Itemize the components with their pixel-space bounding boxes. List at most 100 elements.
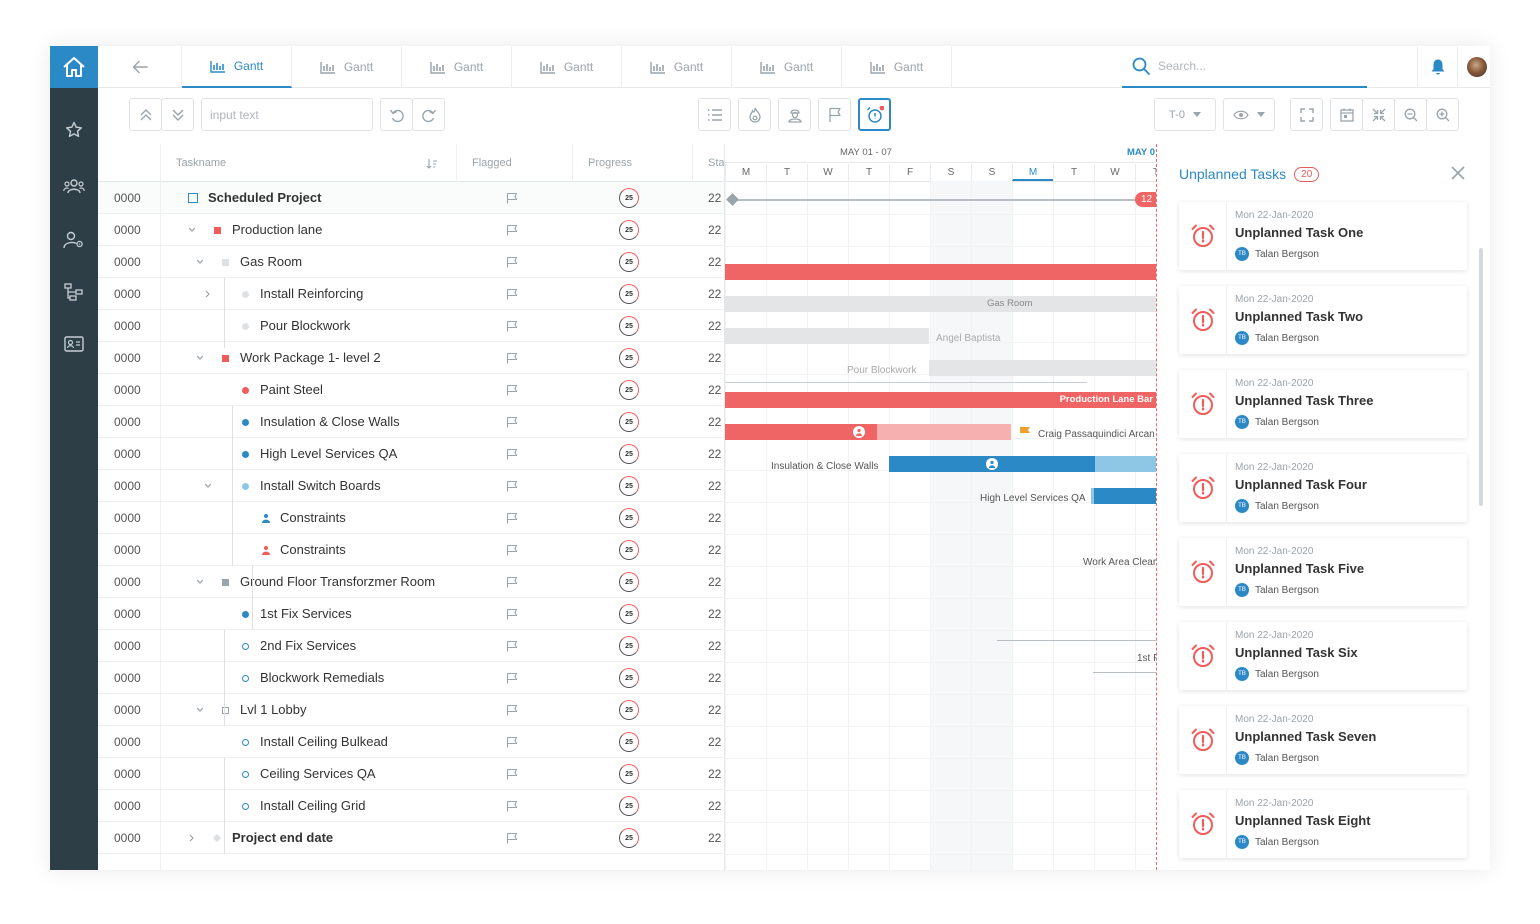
chevron-down-icon[interactable]: [196, 258, 204, 266]
search-input[interactable]: [1158, 59, 1358, 73]
production-lane-bar[interactable]: [725, 264, 1156, 280]
table-row[interactable]: 0000 Scheduled Project 25 22: [98, 182, 724, 214]
task-name[interactable]: Production lane: [232, 214, 322, 246]
flag-icon[interactable]: [506, 480, 518, 492]
hierarchy-button[interactable]: [50, 272, 98, 312]
flag-icon[interactable]: [506, 384, 518, 396]
flag-icon[interactable]: [506, 448, 518, 460]
notifications-button[interactable]: [1417, 46, 1457, 88]
t-dropdown[interactable]: T-0: [1154, 98, 1216, 131]
back-button[interactable]: [98, 46, 182, 88]
taskname-column-header[interactable]: Taskname: [160, 144, 456, 182]
unplanned-task-card[interactable]: Mon 22-Jan-2020 Unplanned Task Five TB Tala…: [1179, 538, 1467, 606]
fullscreen-button[interactable]: [1290, 98, 1323, 131]
close-panel-button[interactable]: [1451, 166, 1465, 185]
table-row[interactable]: 0000 Install Switch Boards 25 22: [98, 470, 724, 502]
contacts-button[interactable]: [50, 324, 98, 364]
chevron-right-icon[interactable]: [188, 834, 196, 842]
unplanned-task-card[interactable]: Mon 22-Jan-2020 Unplanned Task Two TB Talan…: [1179, 286, 1467, 354]
flagged-column-header[interactable]: Flagged: [456, 144, 572, 182]
compress-button[interactable]: [1362, 98, 1395, 131]
unplanned-task-card[interactable]: Mon 22-Jan-2020 Unplanned Task Seven TB Tal…: [1179, 706, 1467, 774]
table-row[interactable]: 0000 Work Package 1- level 2 25 22: [98, 342, 724, 374]
task-name[interactable]: Pour Blockwork: [260, 310, 350, 342]
table-row[interactable]: 0000 Install Ceiling Bulkead 25 22: [98, 726, 724, 758]
chevron-down-icon[interactable]: [204, 482, 212, 490]
unplanned-task-card[interactable]: Mon 22-Jan-2020 Unplanned Task Six TB Talan…: [1179, 622, 1467, 690]
unplanned-task-card[interactable]: Mon 22-Jan-2020 Unplanned Task Eight TB Tal…: [1179, 790, 1467, 858]
flag-icon[interactable]: [506, 288, 518, 300]
task-name[interactable]: Insulation & Close Walls: [260, 406, 400, 438]
unplanned-task-card[interactable]: Mon 22-Jan-2020 Unplanned Task One TB Talan…: [1179, 202, 1467, 270]
table-row[interactable]: 0000 Install Ceiling Grid 25 22: [98, 790, 724, 822]
task-name[interactable]: Ground Floor Transforzmer Room: [240, 566, 435, 598]
table-row[interactable]: 0000 Ground Floor Transforzmer Room 25 22: [98, 566, 724, 598]
task-name[interactable]: Constraints: [280, 534, 346, 566]
table-row[interactable]: 0000 Constraints 25 22: [98, 534, 724, 566]
task-name[interactable]: 1st Fix Services: [260, 598, 352, 630]
task-name[interactable]: Lvl 1 Lobby: [240, 694, 307, 726]
start-column-header[interactable]: Sta: [692, 144, 724, 182]
table-row[interactable]: 0000 Lvl 1 Lobby 25 22: [98, 694, 724, 726]
table-row[interactable]: 0000 Pour Blockwork 25 22: [98, 310, 724, 342]
task-name[interactable]: Install Reinforcing: [260, 278, 363, 310]
home-button[interactable]: [50, 46, 98, 88]
tab-gantt-1[interactable]: Gantt: [182, 46, 292, 88]
tab-gantt-2[interactable]: Gantt: [292, 46, 402, 88]
user-settings-button[interactable]: [50, 220, 98, 260]
pour-blockwork-bar[interactable]: [929, 360, 1156, 376]
flag-icon[interactable]: [506, 608, 518, 620]
chevron-down-icon[interactable]: [196, 706, 204, 714]
sort-icon[interactable]: [426, 158, 438, 169]
task-name[interactable]: Blockwork Remedials: [260, 662, 384, 694]
chevron-right-icon[interactable]: [204, 290, 212, 298]
tab-gantt-6[interactable]: Gantt: [732, 46, 842, 88]
flag-icon[interactable]: [506, 576, 518, 588]
unplanned-task-card[interactable]: Mon 22-Jan-2020 Unplanned Task Three TB Tal…: [1179, 370, 1467, 438]
table-row[interactable]: 0000 Insulation & Close Walls 25 22: [98, 406, 724, 438]
task-name[interactable]: Project end date: [232, 822, 333, 854]
flag-icon[interactable]: [506, 640, 518, 652]
flag-icon[interactable]: [506, 352, 518, 364]
table-row[interactable]: 0000 Install Reinforcing 25 22: [98, 278, 724, 310]
flag-icon[interactable]: [506, 832, 518, 844]
table-row[interactable]: 0000 Ceiling Services QA 25 22: [98, 758, 724, 790]
install-reinforcing-bar[interactable]: [725, 328, 929, 344]
zoom-out-button[interactable]: [1394, 98, 1427, 131]
flag-filter-button[interactable]: [818, 98, 851, 131]
tab-gantt-7[interactable]: Gantt: [842, 46, 952, 88]
tab-gantt-3[interactable]: Gantt: [402, 46, 512, 88]
task-name[interactable]: Scheduled Project: [208, 182, 321, 214]
flag-icon[interactable]: [506, 416, 518, 428]
task-name[interactable]: Paint Steel: [260, 374, 323, 406]
flag-icon[interactable]: [506, 320, 518, 332]
expand-all-button[interactable]: [161, 98, 194, 131]
flag-icon[interactable]: [506, 544, 518, 556]
task-name[interactable]: Gas Room: [240, 246, 302, 278]
critical-path-button[interactable]: [738, 98, 771, 131]
flag-icon[interactable]: [506, 256, 518, 268]
search-bar[interactable]: [1122, 46, 1367, 88]
flag-icon[interactable]: [506, 800, 518, 812]
table-row[interactable]: 0000 1st Fix Services 25 22: [98, 598, 724, 630]
collapse-all-button[interactable]: [129, 98, 162, 131]
task-name[interactable]: Work Package 1- level 2: [240, 342, 381, 374]
favorites-button[interactable]: [50, 110, 98, 150]
chevron-down-icon[interactable]: [196, 578, 204, 586]
task-name[interactable]: High Level Services QA: [260, 438, 397, 470]
visibility-dropdown[interactable]: [1223, 98, 1275, 131]
task-name[interactable]: Install Ceiling Bulkead: [260, 726, 388, 758]
unplanned-tasks-button[interactable]: [858, 98, 891, 131]
task-name[interactable]: Install Ceiling Grid: [260, 790, 366, 822]
task-name[interactable]: 2nd Fix Services: [260, 630, 356, 662]
undo-button[interactable]: [380, 98, 413, 131]
panel-scrollbar[interactable]: [1479, 248, 1483, 506]
chevron-down-icon[interactable]: [188, 226, 196, 234]
task-name[interactable]: Install Switch Boards: [260, 470, 381, 502]
high-level-bar[interactable]: [1091, 488, 1156, 504]
work-package-bar[interactable]: Production Lane Bar: [725, 392, 1156, 408]
table-row[interactable]: 0000 Blockwork Remedials 25 22: [98, 662, 724, 694]
flag-icon[interactable]: [506, 672, 518, 684]
table-row[interactable]: 0000 Constraints 25 22: [98, 502, 724, 534]
resources-button[interactable]: [778, 98, 811, 131]
